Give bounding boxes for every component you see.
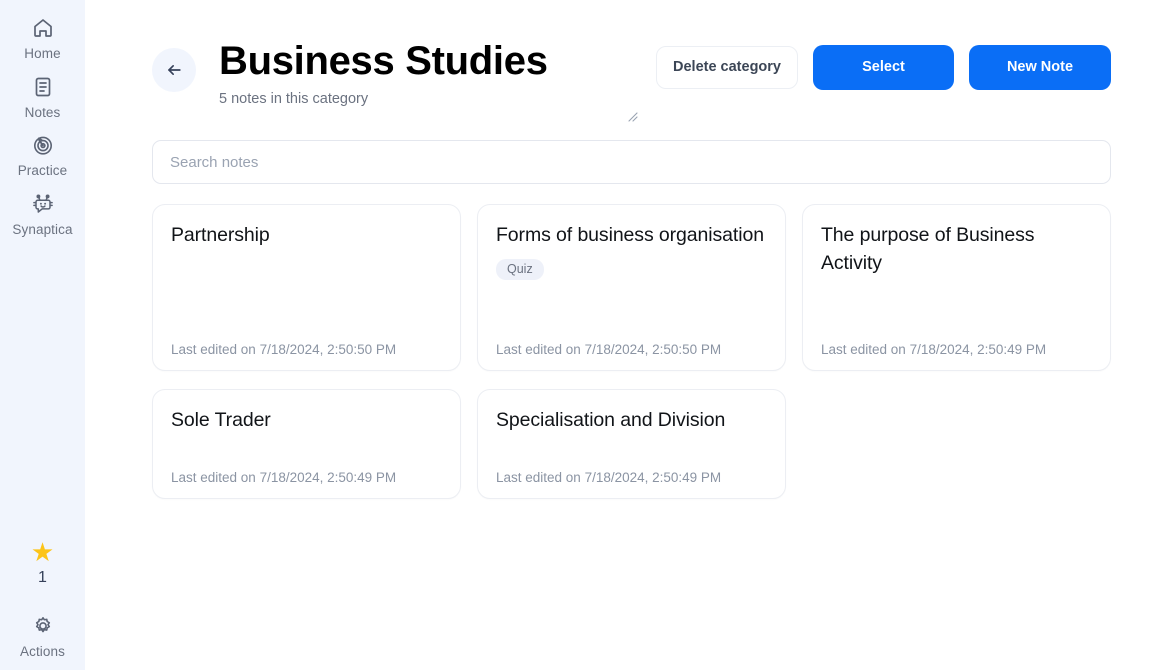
note-card[interactable]: Forms of business organisation Quiz Last…: [477, 204, 786, 371]
header-actions: Delete category Select New Note: [628, 45, 1111, 122]
note-card[interactable]: The purpose of Business Activity Last ed…: [802, 204, 1111, 371]
status-badge: Quiz: [496, 258, 544, 281]
main-content: Business Studies 5 notes in this categor…: [85, 0, 1173, 670]
streak-count: 1: [38, 568, 47, 586]
sidebar-item-actions[interactable]: Actions: [0, 606, 85, 665]
search-bar: [152, 140, 1111, 184]
note-spacer: [171, 435, 442, 467]
content-container: Business Studies 5 notes in this categor…: [85, 0, 1173, 499]
note-spacer: [171, 250, 442, 339]
note-title: Forms of business organisation: [496, 224, 764, 246]
page-header: Business Studies 5 notes in this categor…: [152, 36, 1111, 122]
note-title: Sole Trader: [171, 409, 271, 431]
search-input[interactable]: [152, 140, 1111, 184]
note-last-edited: Last edited on 7/18/2024, 2:50:49 PM: [821, 341, 1047, 357]
notes-icon: [30, 74, 56, 100]
star-icon: ★: [30, 536, 55, 567]
notes-grid: Partnership Last edited on 7/18/2024, 2:…: [152, 204, 1111, 499]
target-icon: [30, 132, 56, 158]
note-title: The purpose of Business Activity: [821, 224, 1035, 274]
sidebar-item-notes[interactable]: Notes: [0, 67, 85, 126]
streak-indicator[interactable]: ★ 1: [31, 539, 54, 586]
robot-icon: [30, 191, 56, 217]
note-last-edited: Last edited on 7/18/2024, 2:50:50 PM: [496, 341, 722, 357]
gear-icon: [30, 613, 56, 639]
sidebar-item-practice[interactable]: Practice: [0, 125, 85, 184]
note-spacer: [496, 280, 767, 338]
sidebar-nav-top: Home Notes Practice Synaptica: [0, 0, 85, 242]
note-badges: Quiz: [496, 258, 767, 281]
note-card[interactable]: Partnership Last edited on 7/18/2024, 2:…: [152, 204, 461, 371]
page-title: Business Studies: [219, 39, 548, 83]
sidebar: Home Notes Practice Synaptica ★ 1 Action…: [0, 0, 85, 670]
note-last-edited: Last edited on 7/18/2024, 2:50:50 PM: [171, 341, 397, 357]
home-icon: [30, 15, 56, 41]
note-card[interactable]: Specialisation and Division Last edited …: [477, 389, 786, 499]
select-button[interactable]: Select: [813, 45, 954, 90]
sidebar-item-home[interactable]: Home: [0, 8, 85, 67]
sidebar-nav-bottom: ★ 1 Actions: [0, 539, 85, 670]
note-last-edited: Last edited on 7/18/2024, 2:50:49 PM: [171, 469, 397, 485]
note-spacer: [821, 277, 1092, 338]
page-subtitle: 5 notes in this category: [219, 91, 369, 108]
back-button[interactable]: [152, 48, 196, 92]
note-last-edited: Last edited on 7/18/2024, 2:50:49 PM: [496, 469, 722, 485]
sidebar-item-home-label: Home: [24, 46, 61, 61]
title-block: Business Studies 5 notes in this categor…: [219, 36, 548, 107]
app-root: Home Notes Practice Synaptica ★ 1 Action…: [0, 0, 1173, 670]
note-title: Partnership: [171, 224, 270, 246]
note-spacer: [496, 435, 767, 467]
new-note-button[interactable]: New Note: [969, 45, 1111, 90]
sidebar-item-synaptica[interactable]: Synaptica: [0, 184, 85, 243]
note-card[interactable]: Sole Trader Last edited on 7/18/2024, 2:…: [152, 389, 461, 499]
arrow-left-icon: [164, 60, 184, 80]
resize-handle-icon[interactable]: [626, 109, 638, 122]
delete-category-button[interactable]: Delete category: [656, 46, 798, 89]
note-title: Specialisation and Division: [496, 409, 726, 431]
sidebar-item-practice-label: Practice: [17, 163, 68, 178]
sidebar-item-synaptica-label: Synaptica: [12, 221, 73, 237]
sidebar-item-notes-label: Notes: [24, 104, 61, 120]
sidebar-item-actions-label: Actions: [20, 643, 65, 659]
